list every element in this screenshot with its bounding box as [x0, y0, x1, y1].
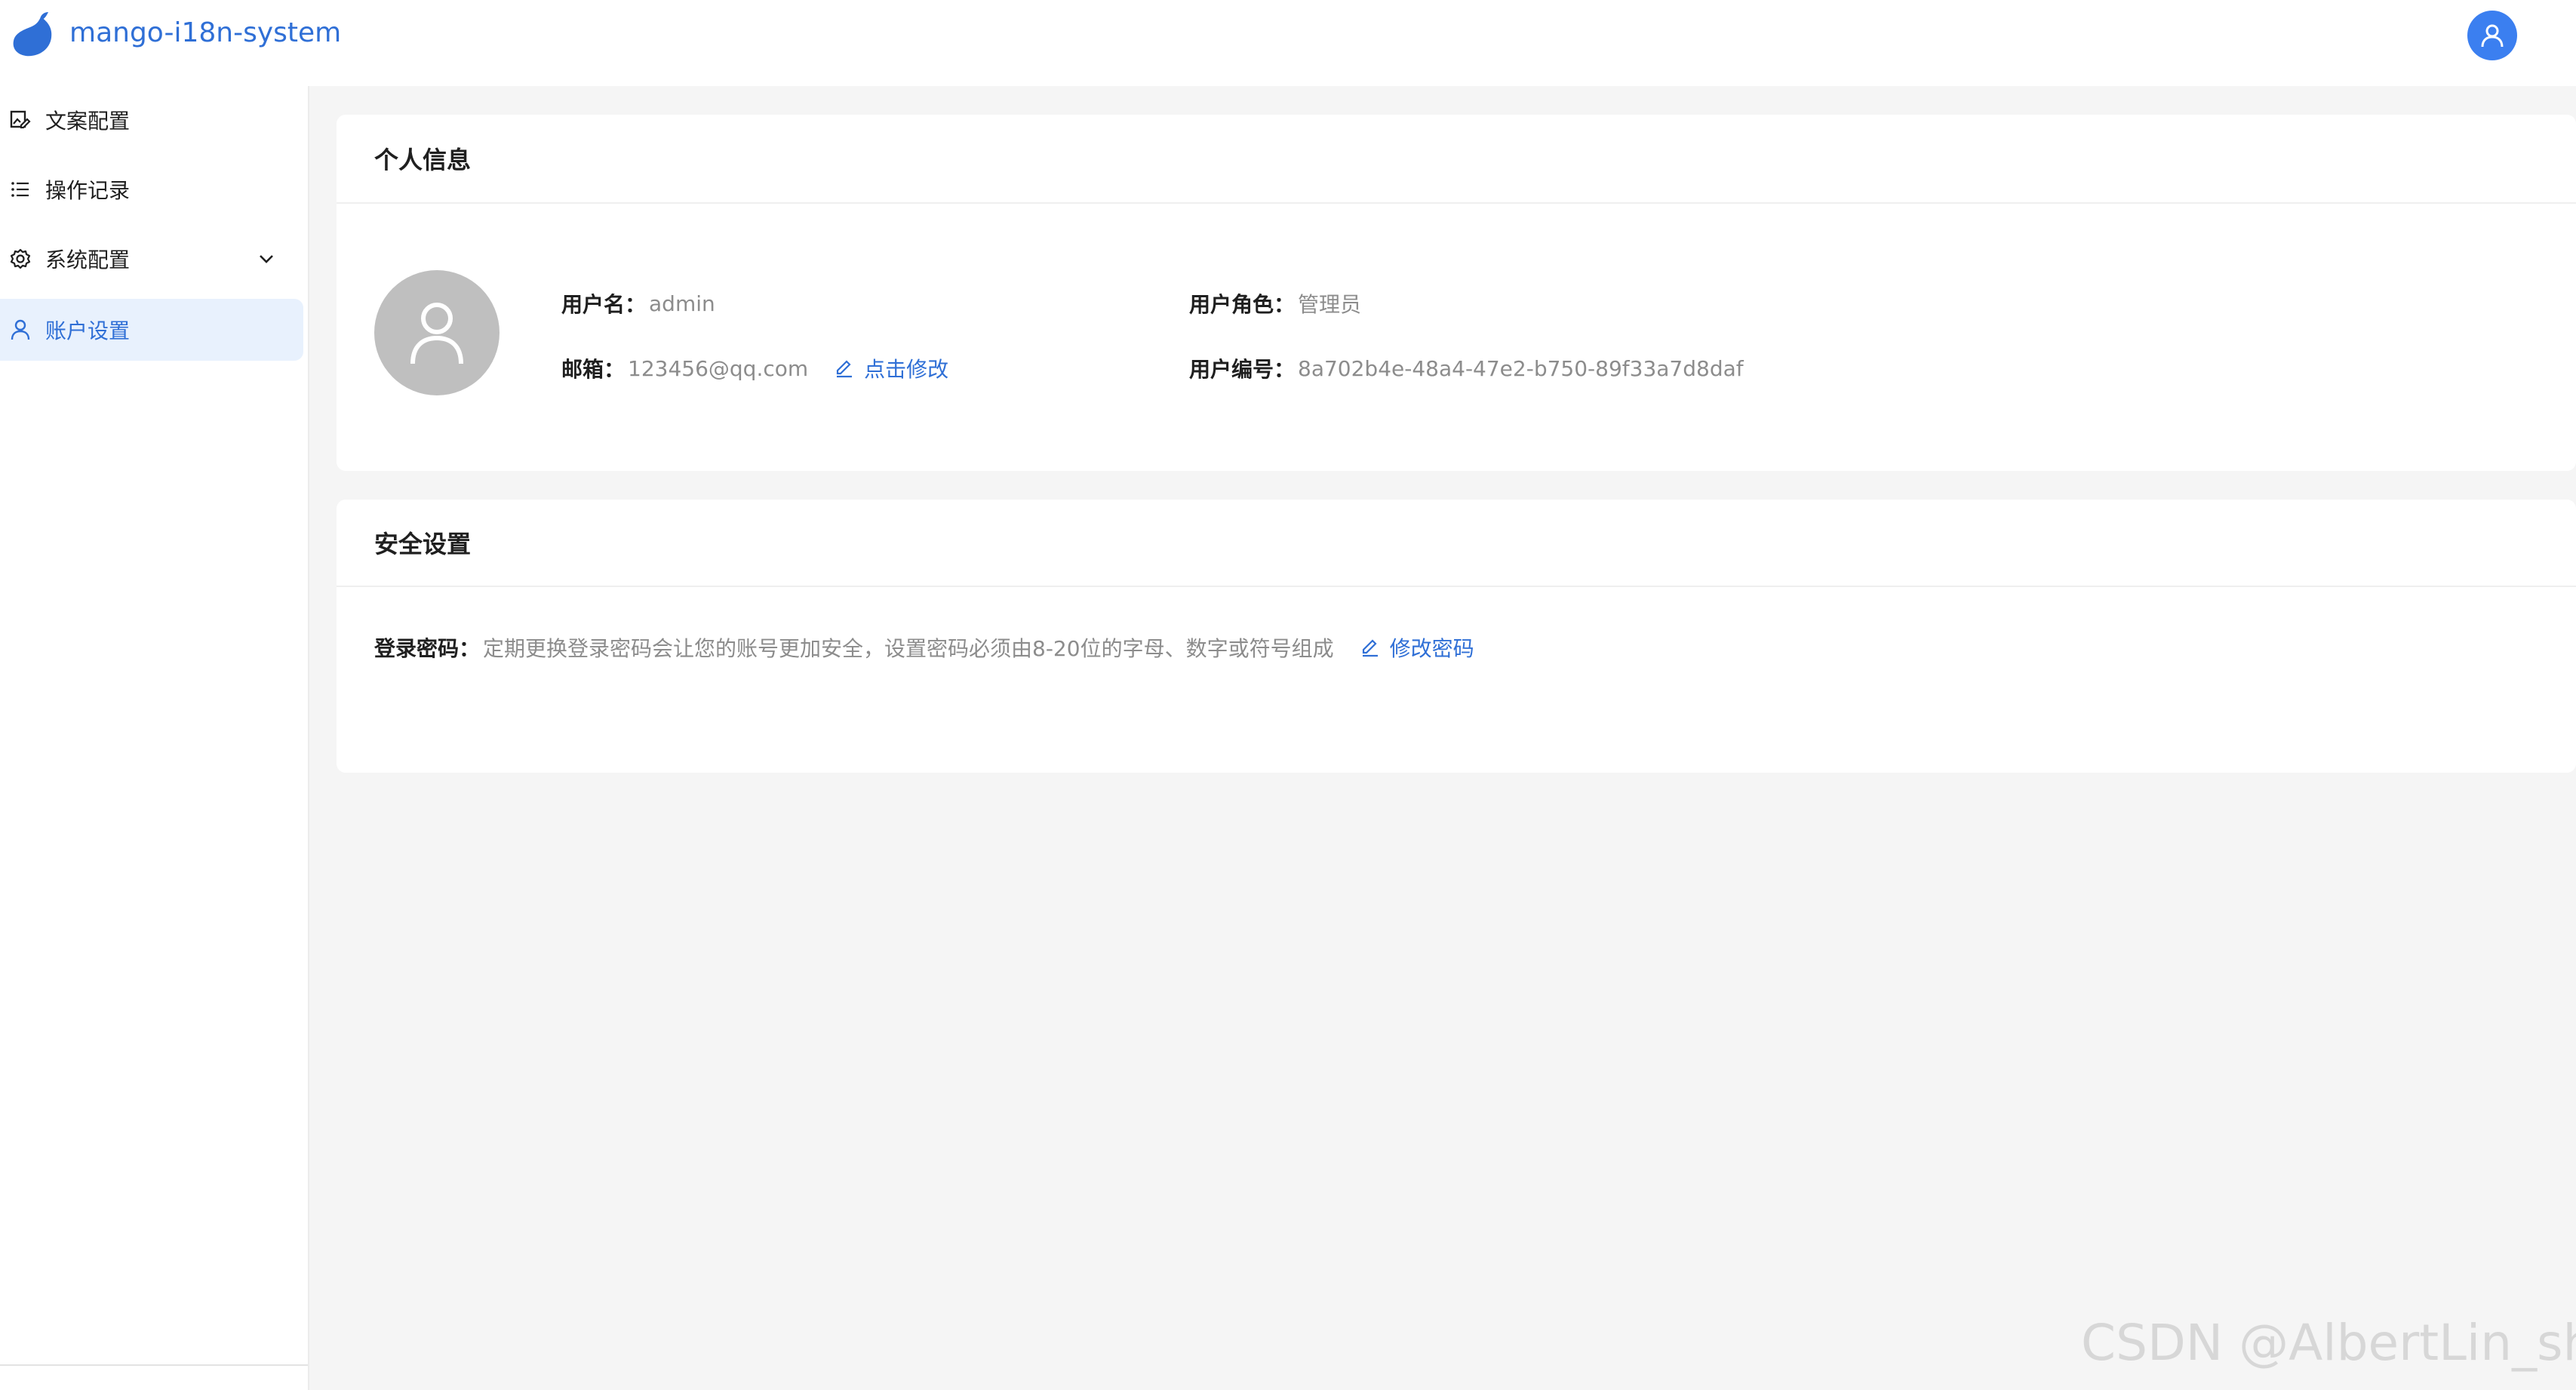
top-header: mango-i18n-system	[0, 0, 2576, 86]
user-icon	[2481, 24, 2504, 48]
username-field: 用户名： admin	[561, 288, 715, 318]
role-field: 用户角色： 管理员	[1189, 288, 1361, 318]
password-label: 登录密码：	[374, 636, 481, 661]
sidebar-item-label: 操作记录	[45, 178, 131, 203]
gear-icon	[9, 248, 32, 270]
role-label: 用户角色：	[1189, 292, 1296, 317]
user-icon	[410, 303, 463, 364]
security-card-title: 安全设置	[374, 530, 472, 558]
email-label: 邮箱：	[561, 357, 626, 382]
security-card: 安全设置 登录密码： 定期更换登录密码会让您的账号更加安全，设置密码必须由8-2…	[337, 500, 2576, 773]
sidebar-item-label: 账户设置	[45, 318, 131, 343]
user-id-value: 8a702b4e-48a4-47e2-b750-89f33a7d8daf	[1298, 355, 1744, 381]
email-field: 邮箱： 123456@qq.com 点击修改	[561, 353, 948, 383]
sidebar-item-label: 系统配置	[45, 248, 131, 272]
mango-logo-icon	[8, 11, 57, 60]
profile-card-header: 个人信息	[337, 115, 2576, 204]
username-value: admin	[649, 291, 715, 316]
password-description: 定期更换登录密码会让您的账号更加安全，设置密码必须由8-20位的字母、数字或符号…	[483, 636, 1334, 661]
username-label: 用户名：	[561, 292, 647, 317]
chevron-down-icon[interactable]	[255, 248, 278, 270]
sidebar-item-label: 文案配置	[45, 109, 131, 134]
sidebar: 文案配置 操作记录 系统配置 账户设置	[0, 86, 309, 1390]
edit-email-link[interactable]: 点击修改	[834, 353, 948, 383]
profile-avatar	[374, 270, 500, 395]
profile-card: 个人信息 用户名： admin 邮箱： 123456@qq.com 点击修改 用…	[337, 115, 2576, 471]
change-password-label: 修改密码	[1389, 636, 1474, 661]
password-field: 登录密码： 定期更换登录密码会让您的账号更加安全，设置密码必须由8-20位的字母…	[374, 632, 1474, 663]
edit-icon	[1360, 637, 1381, 658]
list-icon	[9, 178, 32, 201]
sidebar-item-copy-config[interactable]: 文案配置	[0, 89, 303, 151]
change-password-link[interactable]: 修改密码	[1360, 632, 1474, 663]
edit-email-label: 点击修改	[864, 357, 949, 382]
sidebar-divider	[0, 1364, 308, 1366]
role-value: 管理员	[1298, 292, 1362, 317]
watermark: CSDN @AlbertLin_shu	[2081, 1314, 2576, 1372]
user-id-field: 用户编号： 8a702b4e-48a4-47e2-b750-89f33a7d8d…	[1189, 353, 1744, 383]
user-icon	[9, 318, 32, 341]
sidebar-item-system-config[interactable]: 系统配置	[0, 228, 303, 290]
user-id-label: 用户编号：	[1189, 357, 1296, 382]
security-card-header: 安全设置	[337, 500, 2576, 587]
user-avatar-button[interactable]	[2467, 11, 2517, 60]
app-title[interactable]: mango-i18n-system	[69, 15, 341, 51]
sidebar-item-operation-log[interactable]: 操作记录	[0, 158, 303, 220]
sidebar-item-account-settings[interactable]: 账户设置	[0, 299, 303, 361]
email-value: 123456@qq.com	[628, 355, 809, 381]
edit-icon	[834, 358, 855, 379]
profile-card-title: 个人信息	[374, 146, 472, 174]
image-edit-icon	[9, 109, 32, 131]
